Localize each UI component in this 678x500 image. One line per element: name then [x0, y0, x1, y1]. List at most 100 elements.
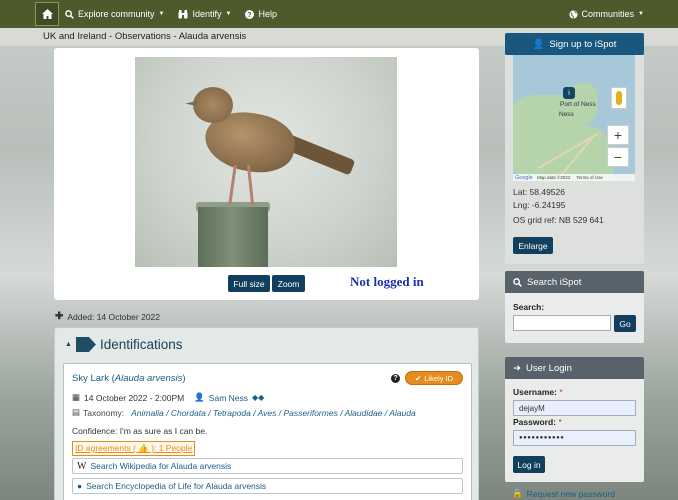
explore-community-label: Explore community [78, 9, 155, 19]
taxon-link[interactable]: Chordata [171, 408, 206, 418]
map-data-text: Map data ©2022 [537, 175, 571, 180]
password-field[interactable]: ●●●●●●●●●●● [513, 430, 636, 446]
book-icon: ▤ [72, 407, 81, 417]
map-place-label: Ness [559, 111, 574, 118]
chevron-down-icon: ▼ [225, 11, 232, 17]
search-panel-title: Search iSpot [527, 276, 582, 288]
password-label-text: Password: [513, 417, 556, 427]
longitude-text: Lng: -6.24195 [513, 200, 566, 210]
search-label: Search: [513, 302, 545, 312]
identification-date: 14 October 2022 - 2:00PM [84, 392, 185, 403]
species-scientific-name: Alauda arvensis [114, 373, 183, 384]
globe-icon: ● [77, 481, 83, 491]
top-navbar: Explore community ▼ Identify ▼ ? Help Co… [0, 0, 678, 28]
taxonomy-row: ▤ Taxonomy: Animalia / Chordata / Tetrap… [72, 407, 416, 418]
taxon-link[interactable]: Passeriformes [284, 408, 338, 418]
identifications-panel: ▲ Identifications Sky Lark (Alauda arven… [54, 327, 479, 500]
sign-in-icon: ➜ [513, 362, 521, 374]
login-panel-header: ➜ User Login [505, 357, 644, 379]
identifications-heading: Identifications [99, 337, 183, 352]
google-logo: Google [515, 174, 533, 181]
help-link[interactable]: ? Help [245, 9, 277, 19]
collapse-arrow-icon: ▲ [65, 341, 72, 348]
photo-post [198, 207, 268, 267]
species-common-name: Sky Lark [72, 373, 109, 384]
map-marker-icon[interactable]: i [563, 87, 575, 99]
latitude-text: Lat: 58.49526 [513, 187, 565, 197]
wikipedia-icon: W [77, 460, 87, 472]
likely-id-label: Likely ID [424, 373, 454, 383]
enlarge-map-button[interactable]: Enlarge [513, 237, 553, 254]
map-place-label: Port of Ness [560, 101, 596, 108]
taxon-link[interactable]: Animalia [131, 408, 164, 418]
search-icon [65, 9, 74, 19]
home-button[interactable] [35, 2, 59, 26]
help-label: Help [258, 9, 277, 19]
chevron-down-icon: ▼ [638, 11, 644, 17]
required-mark: * [559, 387, 563, 397]
eol-search-link[interactable]: ● Search Encyclopedia of Life for Alauda… [72, 478, 463, 494]
page-title: UK and Ireland - Observations - Alauda a… [43, 31, 247, 42]
calendar-icon: ▦ [72, 392, 81, 402]
added-date: ✚ Added: 14 October 2022 [55, 311, 160, 322]
map-zoom-out-button[interactable]: − [607, 147, 629, 167]
taxonomy-label: Taxonomy: [83, 407, 125, 418]
location-panel: i Port of Ness Ness + − Google Map data … [505, 55, 644, 264]
tags-icon [75, 337, 96, 352]
search-go-button[interactable]: Go [614, 315, 636, 332]
identification-card: Sky Lark (Alauda arvensis) ? ✔ Likely ID… [63, 363, 472, 500]
globe-icon [568, 9, 578, 19]
identify-menu[interactable]: Identify ▼ [178, 9, 231, 19]
wikipedia-search-label: Search Wikipedia for Alauda arvensis [90, 461, 232, 471]
login-panel: ➜ User Login Username: * dejayM Password… [505, 357, 644, 482]
username-label: Username: * [513, 387, 563, 397]
plus-icon: ✚ [55, 311, 64, 322]
observation-photo-panel: Full size Zoom Not logged in [54, 48, 479, 300]
zoom-button[interactable]: Zoom [272, 275, 305, 292]
expertise-badge-icon: ◆◆ [252, 393, 265, 402]
signup-label: Sign up to iSpot [549, 38, 617, 50]
photo-bird-leg [228, 164, 237, 206]
login-panel-title: User Login [525, 362, 572, 374]
observation-photo[interactable] [135, 57, 397, 267]
search-panel: Search iSpot Search: Go [505, 271, 644, 343]
chevron-down-icon: ▼ [158, 11, 165, 17]
identifications-header[interactable]: ▲ Identifications [65, 337, 183, 352]
user-plus-icon: 👤 [532, 38, 545, 50]
login-button[interactable]: Log in [513, 456, 545, 473]
signup-button[interactable]: 👤 Sign up to iSpot [505, 33, 644, 55]
identifier-user-link[interactable]: Sam Ness [209, 393, 248, 403]
request-password-label: Request new password [526, 488, 615, 499]
taxon-link[interactable]: Aves [258, 408, 277, 418]
username-field[interactable]: dejayM [513, 400, 636, 416]
location-map[interactable]: i Port of Ness Ness + − Google Map data … [513, 55, 635, 181]
full-size-button[interactable]: Full size [228, 275, 270, 292]
taxon-link[interactable]: Alauda [389, 408, 415, 418]
communities-menu[interactable]: Communities ▼ [568, 0, 644, 28]
map-zoom-in-button[interactable]: + [607, 125, 629, 145]
wikipedia-search-link[interactable]: W Search Wikipedia for Alauda arvensis [72, 458, 463, 474]
grid-ref-text: OS grid ref: NB 529 641 [513, 215, 604, 225]
taxon-link[interactable]: Alaudidae [345, 408, 383, 418]
svg-text:?: ? [248, 10, 252, 19]
check-circle-icon: ✔ [414, 373, 422, 383]
photo-bird-head [193, 87, 233, 123]
search-panel-header: Search iSpot [505, 271, 644, 293]
taxon-link[interactable]: Tetrapoda [213, 408, 251, 418]
question-circle-icon: ? [245, 9, 255, 19]
home-icon [41, 9, 53, 19]
photo-bird-tail [284, 134, 356, 176]
request-password-link[interactable]: 🔒 Request new password [512, 488, 615, 499]
search-input[interactable] [513, 315, 611, 331]
species-link[interactable]: Sky Lark (Alauda arvensis) [72, 373, 186, 384]
identification-meta: ▦ 14 October 2022 - 2:00PM 👤 Sam Ness ◆◆ [72, 392, 264, 403]
map-terms-link[interactable]: Terms of Use [576, 175, 603, 180]
likely-id-badge: ✔ Likely ID [405, 371, 463, 385]
help-icon[interactable]: ? [391, 374, 400, 383]
password-label: Password: * [513, 417, 562, 427]
id-agreements-link[interactable]: ID agreements ( 👍 ): 1 People [72, 441, 196, 456]
communities-label: Communities [581, 9, 635, 19]
explore-community-menu[interactable]: Explore community ▼ [65, 9, 164, 19]
required-mark: * [558, 417, 562, 427]
street-view-pegman-icon[interactable] [611, 87, 627, 109]
